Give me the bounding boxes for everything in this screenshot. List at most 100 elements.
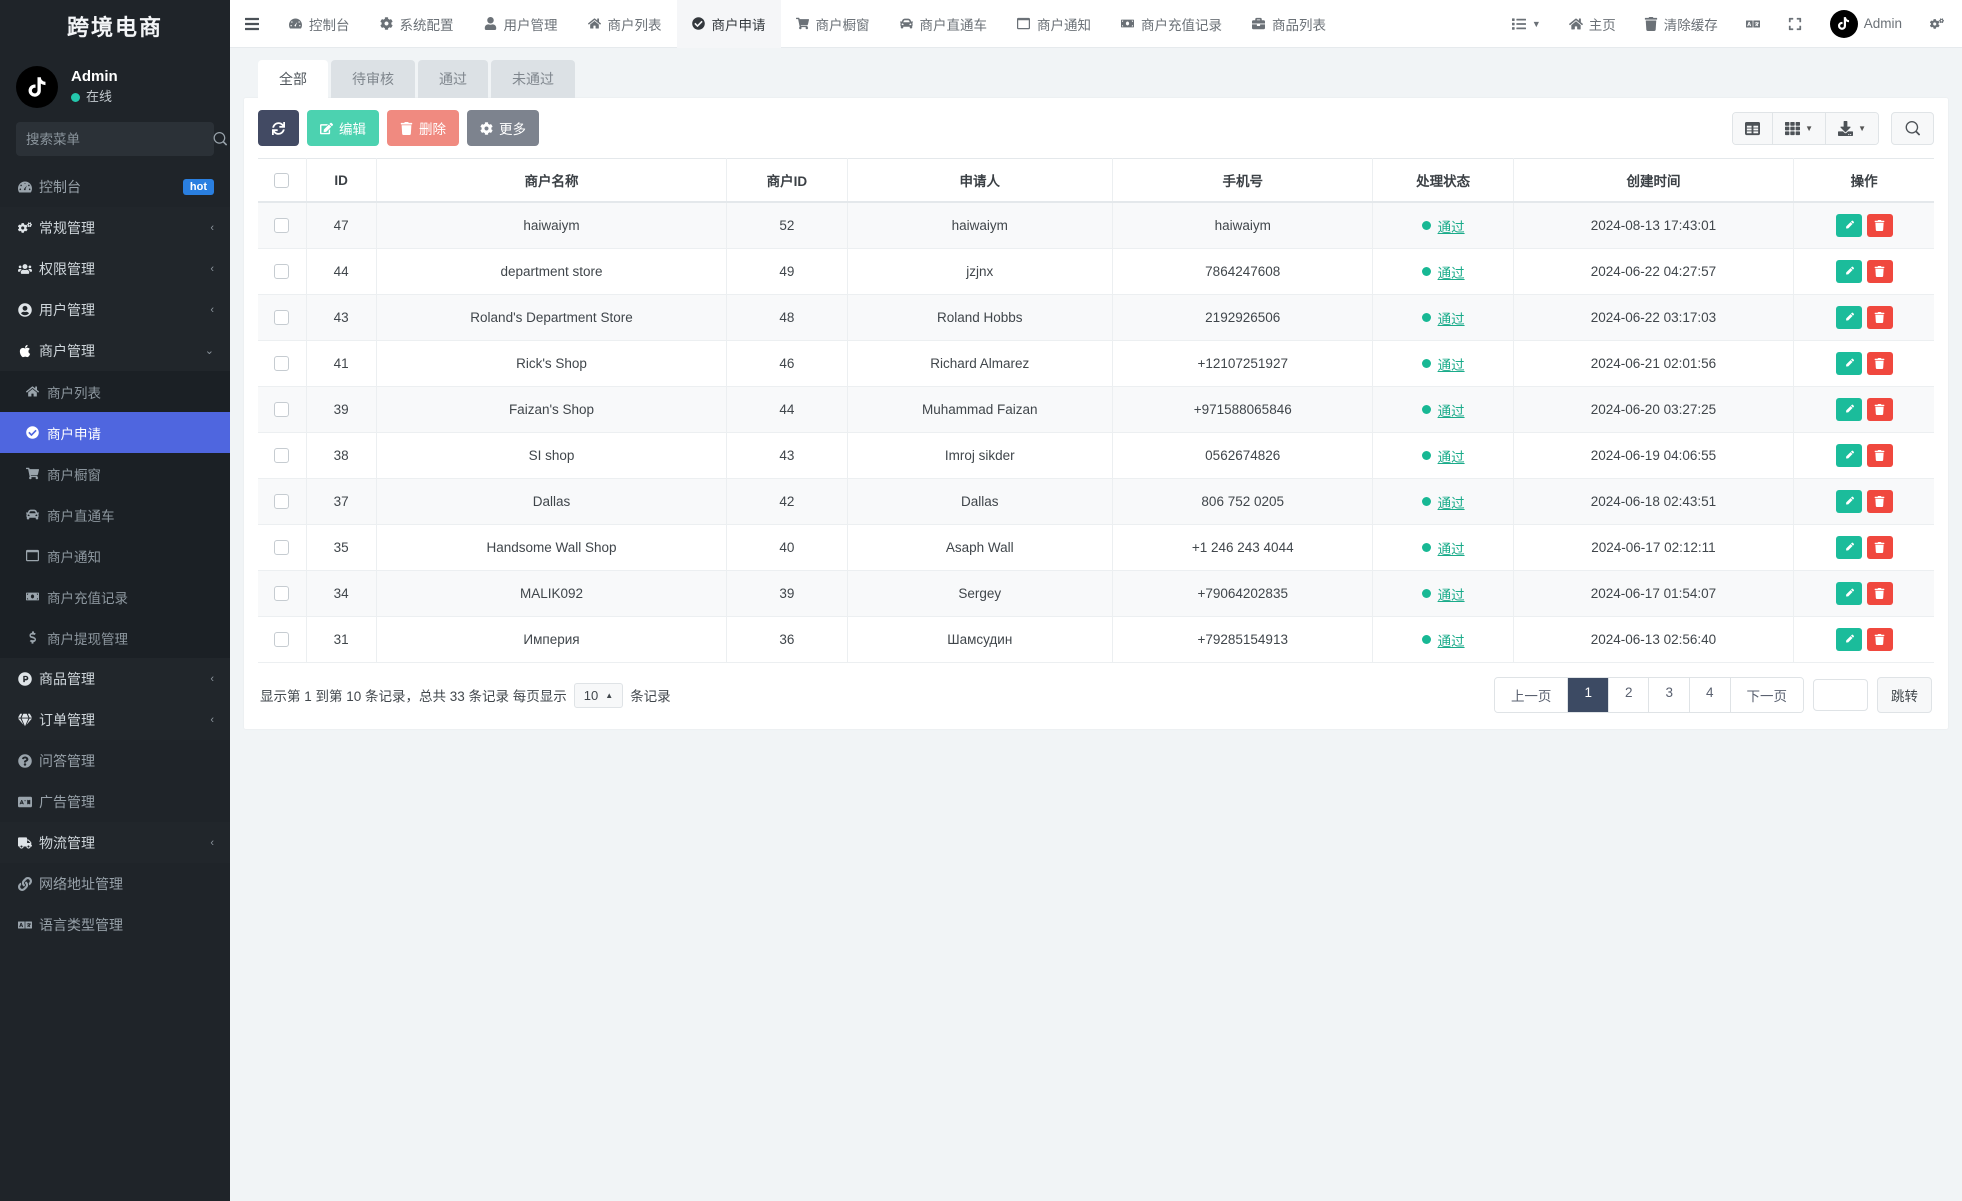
- top-tab-merchant-showcase[interactable]: 商户橱窗: [781, 0, 885, 48]
- search-input[interactable]: [16, 131, 213, 147]
- grid-view-button[interactable]: ▼: [1773, 112, 1827, 144]
- user-profile[interactable]: Admin 在线: [0, 56, 230, 122]
- list-menu-button[interactable]: ▼: [1500, 0, 1553, 48]
- search-button[interactable]: [1891, 111, 1934, 145]
- more-button[interactable]: 更多: [467, 110, 539, 146]
- sidebar-item-order-management[interactable]: 订单管理 ‹: [0, 699, 230, 740]
- table-row[interactable]: 31 Империя 36 Шамсудин +79285154913 通过 2024-06…: [258, 616, 1934, 663]
- status-badge[interactable]: 通过: [1438, 492, 1465, 512]
- tab-all[interactable]: 全部: [258, 60, 328, 98]
- top-tab-system-config[interactable]: 系统配置: [365, 0, 469, 48]
- sidebar-item-product-management[interactable]: 商品管理 ‹: [0, 658, 230, 699]
- sidebar-item-merchant-withdraw[interactable]: 商户提现管理: [0, 617, 230, 658]
- status-badge[interactable]: 通过: [1438, 538, 1465, 558]
- status-badge[interactable]: 通过: [1438, 630, 1465, 650]
- row-delete-button[interactable]: [1866, 398, 1893, 421]
- row-checkbox[interactable]: [274, 448, 290, 464]
- row-checkbox[interactable]: [274, 586, 290, 602]
- fullscreen-button[interactable]: [1776, 0, 1814, 48]
- table-row[interactable]: 35 Handsome Wall Shop 40 Asaph Wall +1 246 2…: [258, 524, 1934, 571]
- toggle-columns-button[interactable]: [1733, 112, 1774, 144]
- sidebar-item-dashboard[interactable]: 控制台 hot: [0, 166, 230, 207]
- tab-rejected[interactable]: 未通过: [491, 60, 575, 98]
- status-badge[interactable]: 通过: [1438, 400, 1465, 420]
- sidebar-item-merchant-notice[interactable]: 商户通知: [0, 535, 230, 576]
- row-checkbox[interactable]: [274, 264, 290, 280]
- row-checkbox[interactable]: [274, 540, 290, 556]
- status-badge[interactable]: 通过: [1438, 446, 1465, 466]
- top-tab-merchant-list[interactable]: 商户列表: [573, 0, 677, 48]
- row-delete-button[interactable]: [1866, 444, 1893, 467]
- col-applicant[interactable]: 申请人: [847, 158, 1114, 203]
- export-button[interactable]: ▼: [1826, 112, 1878, 144]
- sidebar-item-merchant-express[interactable]: 商户直通车: [0, 494, 230, 535]
- row-checkbox[interactable]: [274, 494, 290, 510]
- home-button[interactable]: 主页: [1557, 0, 1628, 48]
- col-id[interactable]: ID: [306, 158, 377, 203]
- row-edit-button[interactable]: [1835, 582, 1862, 605]
- row-delete-button[interactable]: [1866, 214, 1893, 237]
- tab-approved[interactable]: 通过: [418, 60, 488, 98]
- status-badge[interactable]: 通过: [1438, 308, 1465, 328]
- status-badge[interactable]: 通过: [1438, 216, 1465, 236]
- row-edit-button[interactable]: [1835, 352, 1862, 375]
- table-row[interactable]: 37 Dallas 42 Dallas 806 752 0205 通过 2024-06-18…: [258, 478, 1934, 525]
- row-delete-button[interactable]: [1866, 628, 1893, 651]
- top-tab-merchant-notice[interactable]: 商户通知: [1002, 0, 1106, 48]
- col-merchant-name[interactable]: 商户名称: [376, 158, 728, 203]
- sidebar-item-qa-management[interactable]: 问答管理: [0, 740, 230, 781]
- row-delete-button[interactable]: [1866, 536, 1893, 559]
- jump-button[interactable]: 跳转: [1877, 677, 1932, 713]
- sidebar-item-users[interactable]: 用户管理 ‹: [0, 289, 230, 330]
- row-edit-button[interactable]: [1835, 536, 1862, 559]
- next-page-button[interactable]: 下一页: [1730, 678, 1803, 712]
- top-tab-merchant-application[interactable]: 商户申请: [676, 0, 781, 48]
- row-edit-button[interactable]: [1835, 490, 1862, 513]
- table-row[interactable]: 44 department store 49 jzjnx 7864247608 通过 202…: [258, 248, 1934, 295]
- row-edit-button[interactable]: [1835, 260, 1862, 283]
- table-row[interactable]: 38 SI shop 43 Imroj sikder 0562674826 通过 2024-…: [258, 432, 1934, 479]
- row-checkbox[interactable]: [274, 402, 290, 418]
- status-badge[interactable]: 通过: [1438, 262, 1465, 282]
- sidebar-item-network-address[interactable]: 网络地址管理: [0, 863, 230, 904]
- delete-button[interactable]: 删除: [387, 110, 459, 146]
- select-all-checkbox[interactable]: [274, 172, 290, 188]
- prev-page-button[interactable]: 上一页: [1494, 678, 1569, 712]
- row-checkbox[interactable]: [274, 356, 290, 372]
- table-row[interactable]: 39 Faizan's Shop 44 Muhammad Faizan +9715880…: [258, 386, 1934, 433]
- top-tab-user-management[interactable]: 用户管理: [469, 0, 573, 48]
- row-edit-button[interactable]: [1835, 306, 1862, 329]
- tab-pending[interactable]: 待审核: [331, 60, 415, 98]
- row-delete-button[interactable]: [1866, 490, 1893, 513]
- page-button-3[interactable]: 3: [1649, 678, 1690, 712]
- sidebar-item-merchant-showcase[interactable]: 商户橱窗: [0, 453, 230, 494]
- col-merchant-id[interactable]: 商户ID: [726, 158, 848, 203]
- row-edit-button[interactable]: [1835, 398, 1862, 421]
- page-button-1[interactable]: 1: [1568, 678, 1609, 712]
- language-switch-button[interactable]: [1734, 0, 1772, 48]
- col-status[interactable]: 处理状态: [1372, 158, 1514, 203]
- sidebar-item-general[interactable]: 常规管理 ‹: [0, 207, 230, 248]
- row-edit-button[interactable]: [1835, 214, 1862, 237]
- table-row[interactable]: 43 Roland's Department Store 48 Roland Hobb…: [258, 294, 1934, 341]
- status-badge[interactable]: 通过: [1438, 584, 1465, 604]
- top-tab-product-list[interactable]: 商品列表: [1237, 0, 1341, 48]
- sidebar-item-ad-management[interactable]: 广告管理: [0, 781, 230, 822]
- jump-page-input[interactable]: [1813, 679, 1868, 711]
- sidebar-item-merchant-application[interactable]: 商户申请: [0, 412, 230, 453]
- admin-user-menu[interactable]: Admin: [1818, 0, 1914, 48]
- page-button-2[interactable]: 2: [1608, 678, 1650, 712]
- top-tab-merchant-recharge[interactable]: 商户充值记录: [1106, 0, 1237, 48]
- sidebar-item-merchant-management[interactable]: 商户管理 ⌄: [0, 330, 230, 371]
- page-button-4[interactable]: 4: [1689, 678, 1731, 712]
- sidebar-item-logistics-management[interactable]: 物流管理 ‹: [0, 822, 230, 863]
- hamburger-icon[interactable]: [230, 16, 274, 32]
- row-checkbox[interactable]: [274, 632, 290, 648]
- table-row[interactable]: 41 Rick's Shop 46 Richard Almarez +121072519…: [258, 340, 1934, 387]
- row-delete-button[interactable]: [1866, 582, 1893, 605]
- sidebar-item-language-type[interactable]: 语言类型管理: [0, 904, 230, 945]
- refresh-button[interactable]: [258, 110, 299, 146]
- row-checkbox[interactable]: [274, 218, 290, 234]
- row-delete-button[interactable]: [1866, 306, 1893, 329]
- sidebar-item-permissions[interactable]: 权限管理 ‹: [0, 248, 230, 289]
